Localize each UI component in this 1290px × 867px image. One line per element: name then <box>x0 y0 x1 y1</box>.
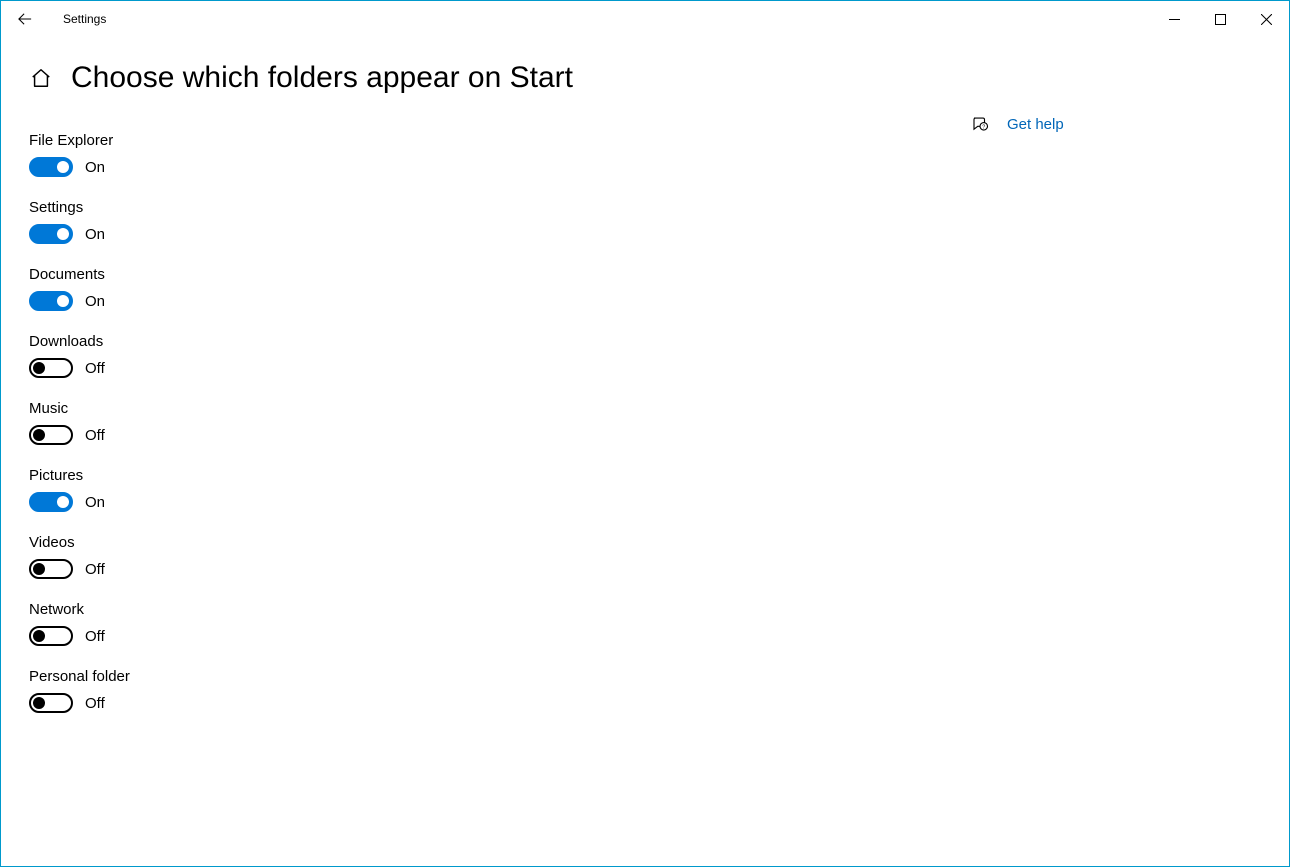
folder-toggle-label: Videos <box>29 534 729 551</box>
folder-toggle-switch[interactable] <box>29 425 73 445</box>
folder-toggle-label: Network <box>29 601 729 618</box>
folder-toggle-label: Downloads <box>29 333 729 350</box>
settings-window: Settings <box>0 0 1290 867</box>
folder-toggle-switch[interactable] <box>29 626 73 646</box>
folder-toggle-label: Music <box>29 400 729 417</box>
help-chat-icon: ? <box>971 115 989 133</box>
folder-toggle-switch[interactable] <box>29 291 73 311</box>
folder-toggle-state: On <box>85 226 105 243</box>
window-controls <box>1151 1 1289 37</box>
window-title: Settings <box>63 12 106 26</box>
toggle-knob <box>57 295 69 307</box>
toggle-knob <box>33 429 45 441</box>
maximize-button[interactable] <box>1197 1 1243 37</box>
back-button[interactable] <box>13 7 37 31</box>
toggle-knob <box>33 697 45 709</box>
folder-toggle-label: Documents <box>29 266 729 283</box>
toggle-knob <box>33 630 45 642</box>
minimize-button[interactable] <box>1151 1 1197 37</box>
home-button[interactable] <box>29 66 53 90</box>
titlebar-left: Settings <box>13 7 106 31</box>
folder-toggle-state: Off <box>85 695 105 712</box>
folder-toggle-switch[interactable] <box>29 559 73 579</box>
folder-toggle-state: On <box>85 159 105 176</box>
folder-toggle-switch[interactable] <box>29 224 73 244</box>
folder-toggle-state: Off <box>85 628 105 645</box>
home-icon <box>30 67 52 89</box>
minimize-icon <box>1169 14 1180 25</box>
content-area: Choose which folders appear on Start Fil… <box>1 37 1289 866</box>
folder-toggle-row: On <box>29 224 729 244</box>
folder-toggle-list: File Explorer On Settings On Documents On Down… <box>29 132 729 713</box>
folder-toggle-state: On <box>85 293 105 310</box>
folder-toggle-group: Videos Off <box>29 534 729 579</box>
folder-toggle-group: File Explorer On <box>29 132 729 177</box>
toggle-knob <box>33 563 45 575</box>
svg-text:?: ? <box>982 125 985 131</box>
folder-toggle-state: Off <box>85 427 105 444</box>
titlebar: Settings <box>1 1 1289 37</box>
folder-toggle-group: Network Off <box>29 601 729 646</box>
folder-toggle-group: Personal folder Off <box>29 668 729 713</box>
page-title: Choose which folders appear on Start <box>71 61 573 94</box>
folder-toggle-label: Personal folder <box>29 668 729 685</box>
get-help-label: Get help <box>1007 116 1064 133</box>
folder-toggle-label: Pictures <box>29 467 729 484</box>
folder-toggle-label: File Explorer <box>29 132 729 149</box>
toggle-knob <box>57 228 69 240</box>
maximize-icon <box>1215 14 1226 25</box>
folder-toggle-group: Music Off <box>29 400 729 445</box>
folder-toggle-state: Off <box>85 360 105 377</box>
toggle-knob <box>33 362 45 374</box>
folder-toggle-row: On <box>29 492 729 512</box>
folder-toggle-row: Off <box>29 693 729 713</box>
close-icon <box>1261 14 1272 25</box>
folder-toggle-row: Off <box>29 626 729 646</box>
folder-toggle-row: Off <box>29 425 729 445</box>
folder-toggle-group: Settings On <box>29 199 729 244</box>
folder-toggle-switch[interactable] <box>29 693 73 713</box>
folder-toggle-group: Pictures On <box>29 467 729 512</box>
get-help-link[interactable]: ? Get help <box>971 115 1261 133</box>
folder-toggle-label: Settings <box>29 199 729 216</box>
side-column: ? Get help <box>971 61 1261 866</box>
folder-toggle-state: Off <box>85 561 105 578</box>
folder-toggle-row: On <box>29 291 729 311</box>
folder-toggle-row: On <box>29 157 729 177</box>
toggle-knob <box>57 161 69 173</box>
folder-toggle-switch[interactable] <box>29 157 73 177</box>
main-column: Choose which folders appear on Start Fil… <box>29 61 729 866</box>
toggle-knob <box>57 496 69 508</box>
folder-toggle-group: Downloads Off <box>29 333 729 378</box>
folder-toggle-state: On <box>85 494 105 511</box>
folder-toggle-row: Off <box>29 559 729 579</box>
folder-toggle-switch[interactable] <box>29 492 73 512</box>
close-button[interactable] <box>1243 1 1289 37</box>
folder-toggle-switch[interactable] <box>29 358 73 378</box>
folder-toggle-group: Documents On <box>29 266 729 311</box>
page-header: Choose which folders appear on Start <box>29 61 729 94</box>
back-arrow-icon <box>18 12 32 26</box>
folder-toggle-row: Off <box>29 358 729 378</box>
